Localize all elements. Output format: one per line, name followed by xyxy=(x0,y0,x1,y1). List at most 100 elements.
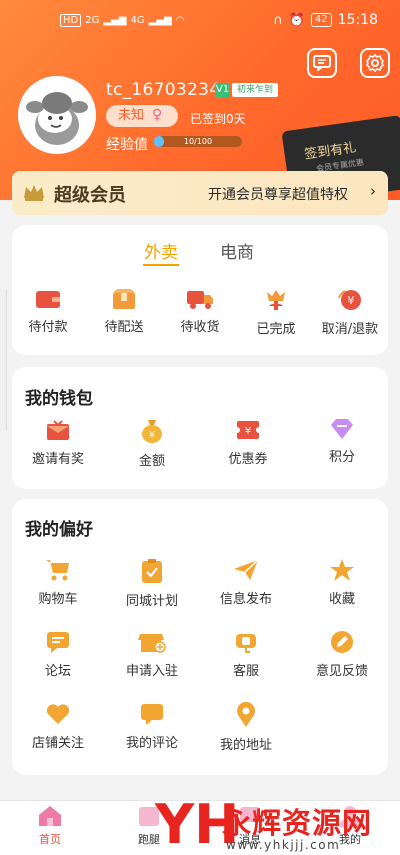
gender-pill[interactable]: 未知 xyxy=(106,105,178,127)
store-add-icon xyxy=(138,634,166,653)
wallet-points[interactable]: 积分 xyxy=(304,418,380,465)
svg-text:¥: ¥ xyxy=(348,294,355,307)
shopping-cart-icon xyxy=(46,560,69,581)
pref-favorites[interactable]: 收藏 xyxy=(304,558,380,607)
wallet-coupons-label: 优惠券 xyxy=(228,452,268,467)
wallet-invite-label: 邀请有奖 xyxy=(31,452,84,467)
avatar[interactable] xyxy=(18,76,96,154)
flower-icon xyxy=(267,290,285,310)
signin-status: 已签到0天 xyxy=(190,112,246,126)
clock: 15:18 xyxy=(337,12,378,28)
order-pending-payment[interactable]: 待付款 xyxy=(10,288,86,335)
order-pending-receipt-label: 待收货 xyxy=(180,320,220,335)
exp-progress-bar: 10/100 xyxy=(154,136,242,147)
exp-progress-text: 10/100 xyxy=(183,137,213,146)
side-drawer-handle[interactable] xyxy=(0,290,7,430)
pref-forum[interactable]: 论坛 xyxy=(20,630,96,679)
watermark-url: www.yhkjjj.com xyxy=(226,838,341,852)
wallet-invite[interactable]: 邀请有奖 xyxy=(20,418,96,467)
signal-4g-icon: 4G xyxy=(130,15,145,26)
box-icon xyxy=(113,289,135,309)
exp-label: 经验值 xyxy=(106,137,148,153)
wallet-points-label: 积分 xyxy=(328,450,355,465)
pencil-icon xyxy=(331,631,353,653)
cow-avatar-icon xyxy=(21,79,93,151)
message-button[interactable] xyxy=(307,48,337,78)
pref-cart-label: 购物车 xyxy=(38,592,78,607)
message-icon xyxy=(313,55,331,71)
watermark-title: 永辉资源网 xyxy=(222,806,373,840)
pref-followed-shops-label: 店铺关注 xyxy=(31,736,84,751)
battery-icon: 42 xyxy=(310,13,332,27)
hd-icon: HD xyxy=(60,14,82,27)
pref-my-address[interactable]: 我的地址 xyxy=(208,702,284,753)
pref-city-plan[interactable]: 同城计划 xyxy=(114,558,190,609)
settings-button[interactable] xyxy=(360,48,390,78)
pref-cart[interactable]: 购物车 xyxy=(20,558,96,607)
heart-icon xyxy=(46,704,70,724)
order-pending-receipt[interactable]: 待收货 xyxy=(162,288,238,335)
wallet-balance-label: 金额 xyxy=(138,454,165,469)
chat-bubble-icon xyxy=(47,632,69,653)
profile-header: HD 2G ▂▄▆ 4G ▂▄▆ ◠ ∩ ⏰ 42 15:18 tc_16703… xyxy=(0,0,400,200)
svg-text:¥: ¥ xyxy=(149,430,155,441)
pref-city-plan-label: 同城计划 xyxy=(125,594,178,609)
tab-underline xyxy=(143,264,179,266)
status-right: ∩ ⏰ 42 15:18 xyxy=(273,12,378,28)
headset-icon xyxy=(236,634,256,653)
diamond-icon xyxy=(331,419,353,439)
home-icon xyxy=(39,806,61,826)
nav-home[interactable]: 首页 xyxy=(20,804,80,847)
pref-customer-service-label: 客服 xyxy=(232,664,259,679)
signal-bars-icon: ▂▄▆ xyxy=(103,15,127,26)
level-badge: 初来乍到 xyxy=(232,83,279,97)
vip-cta[interactable]: 开通会员尊享超值特权 xyxy=(208,184,348,204)
wallet-icon xyxy=(36,291,60,308)
pref-feedback-label: 意见反馈 xyxy=(315,664,368,679)
clipboard-check-icon xyxy=(142,559,162,583)
pref-feedback[interactable]: 意见反馈 xyxy=(304,630,380,679)
star-icon xyxy=(330,559,354,581)
wifi-icon: ◠ xyxy=(175,15,185,26)
pref-my-address-label: 我的地址 xyxy=(219,738,272,753)
wallet-title: 我的钱包 xyxy=(25,389,93,409)
signal-2g-icon: 2G xyxy=(85,15,100,26)
order-refund-label: 取消/退款 xyxy=(321,322,379,337)
tab-takeout[interactable]: 外卖 xyxy=(144,238,178,263)
refund-icon: ¥ xyxy=(338,290,361,310)
comment-icon xyxy=(141,704,163,725)
order-pending-delivery[interactable]: 待配送 xyxy=(86,288,162,335)
chevron-right-icon: › xyxy=(370,182,376,200)
pref-my-reviews[interactable]: 我的评论 xyxy=(114,702,190,751)
tab-ecommerce[interactable]: 电商 xyxy=(220,238,254,263)
order-refund[interactable]: ¥ 取消/退款 xyxy=(312,288,388,337)
vip-title: 超级会员 xyxy=(54,185,126,206)
order-completed[interactable]: 已完成 xyxy=(238,288,314,337)
gear-icon xyxy=(366,53,384,73)
pref-customer-service[interactable]: 客服 xyxy=(208,630,284,679)
pref-apply-entry[interactable]: 申请入驻 xyxy=(114,630,190,679)
vip-level-badge: V1 xyxy=(215,83,230,97)
nav-home-label: 首页 xyxy=(39,833,61,846)
prefs-title: 我的偏好 xyxy=(25,520,93,540)
signal-bars-icon-2: ▂▄▆ xyxy=(148,15,172,26)
pref-post-info[interactable]: 信息发布 xyxy=(208,558,284,607)
svg-text:¥: ¥ xyxy=(245,426,251,437)
pref-followed-shops[interactable]: 店铺关注 xyxy=(20,702,96,751)
username: tc_16703234 xyxy=(106,80,221,100)
order-completed-label: 已完成 xyxy=(256,322,296,337)
money-bag-icon: ¥ xyxy=(142,420,162,443)
wallet-coupons[interactable]: ¥ 优惠券 xyxy=(210,418,286,467)
paper-plane-icon xyxy=(234,559,259,580)
pref-my-reviews-label: 我的评论 xyxy=(125,736,178,751)
wallet-balance[interactable]: ¥ 金额 xyxy=(114,418,190,469)
status-left: HD 2G ▂▄▆ 4G ▂▄▆ ◠ xyxy=(60,14,184,27)
female-gender-icon: ♀ xyxy=(152,107,163,123)
headphones-icon: ∩ xyxy=(273,12,283,28)
pref-favorites-label: 收藏 xyxy=(328,592,355,607)
status-bar: HD 2G ▂▄▆ 4G ▂▄▆ ◠ ∩ ⏰ 42 15:18 xyxy=(0,10,400,34)
pref-forum-label: 论坛 xyxy=(44,664,71,679)
crown-icon xyxy=(22,182,46,206)
order-pending-payment-label: 待付款 xyxy=(28,320,68,335)
envelope-icon xyxy=(47,420,69,440)
